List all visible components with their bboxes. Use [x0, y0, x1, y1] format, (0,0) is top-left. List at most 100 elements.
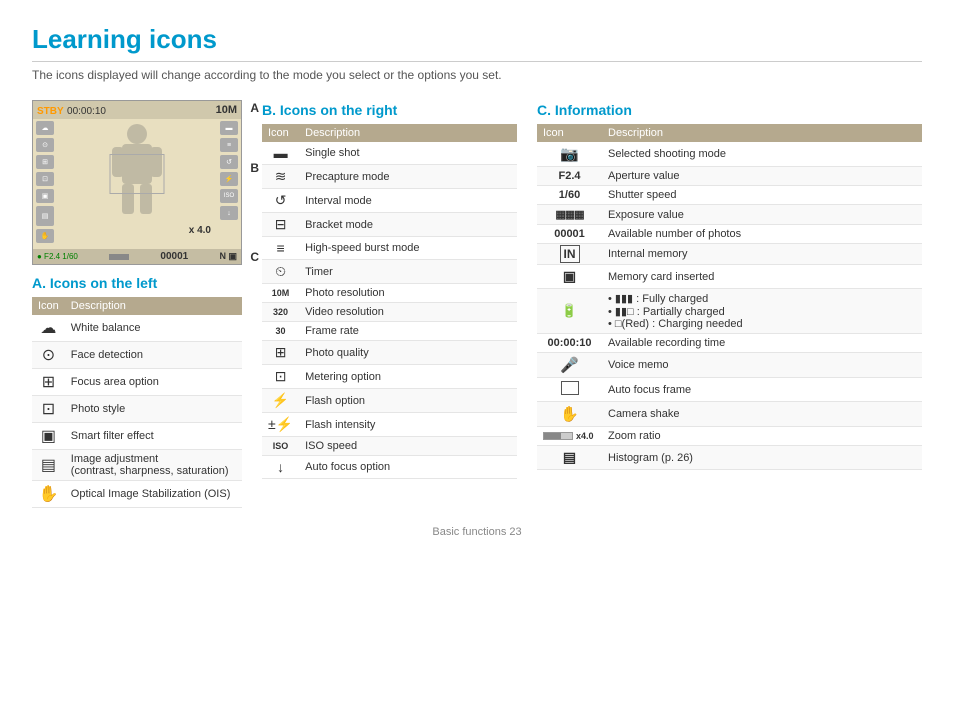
- b-icon-cell: ⊡: [262, 365, 299, 389]
- vf-single-icon: ▬: [220, 121, 238, 135]
- vf-stby-label: STBY: [37, 106, 64, 117]
- c-desc-cell: Zoom ratio: [602, 427, 922, 446]
- b-desc-cell: Metering option: [299, 365, 517, 389]
- b-desc-cell: Precapture mode: [299, 165, 517, 189]
- b-desc-cell: Photo resolution: [299, 284, 517, 303]
- page-footer: Basic functions 23: [32, 526, 922, 538]
- c-desc-cell: Auto focus frame: [602, 378, 922, 402]
- table-row: ✋ Optical Image Stabilization (OIS): [32, 481, 242, 508]
- vf-filter-icon: ▣: [36, 189, 54, 203]
- a-icon-cell: ⊞: [32, 369, 65, 396]
- table-row: ⊞ Photo quality: [262, 341, 517, 365]
- section-c-col-desc: Description: [602, 124, 922, 142]
- c-desc-cell: Available recording time: [602, 334, 922, 353]
- label-b: B: [250, 161, 259, 175]
- c-icon-cell: 1/60: [537, 186, 602, 205]
- b-icon-cell: 320: [262, 303, 299, 322]
- left-column: A B C STBY 00:00:10 10M ☁ ⊙ ⊞ ⊡ ▣ ▤ ✋: [32, 100, 242, 508]
- shoot-mode-icon: 📷: [560, 146, 579, 163]
- table-row: Auto focus frame: [537, 378, 922, 402]
- a-icon-cell: ▤: [32, 450, 65, 481]
- table-row: ▤ Histogram (p. 26): [537, 446, 922, 470]
- table-row: 🎤 Voice memo: [537, 353, 922, 378]
- table-row: 30 Frame rate: [262, 322, 517, 341]
- table-row: IN Internal memory: [537, 244, 922, 265]
- table-row: ⊡ Photo style: [32, 396, 242, 423]
- c-icon-cell: 00:00:10: [537, 334, 602, 353]
- c-icon-cell: 🎤: [537, 353, 602, 378]
- b-desc-cell: High-speed burst mode: [299, 237, 517, 260]
- b-desc-cell: Timer: [299, 260, 517, 284]
- c-icon-cell: IN: [537, 244, 602, 265]
- b-desc-cell: Video resolution: [299, 303, 517, 322]
- section-a-col-desc: Description: [65, 297, 242, 315]
- exposure-icon: ▦▦▦: [555, 209, 583, 221]
- label-a: A: [250, 101, 259, 115]
- section-b-table: Icon Description ▬ Single shot ≋ Precapt…: [262, 124, 517, 479]
- table-row: ⊡ Metering option: [262, 365, 517, 389]
- c-desc-cell: Voice memo: [602, 353, 922, 378]
- c-desc-cell: Histogram (p. 26): [602, 446, 922, 470]
- page-subtitle: The icons displayed will change accordin…: [32, 68, 922, 82]
- section-c-title: C. Information: [537, 102, 922, 118]
- table-row: ▤ Image adjustment (contrast, sharpness,…: [32, 450, 242, 481]
- table-row: 📷 Selected shooting mode: [537, 142, 922, 167]
- table-row: ≋ Precapture mode: [262, 165, 517, 189]
- a-icon-cell: ☁: [32, 315, 65, 342]
- voice-memo-icon: 🎤: [560, 357, 579, 374]
- b-icon-cell: ⊟: [262, 213, 299, 237]
- vf-timer: 00:00:10: [67, 106, 106, 117]
- c-icon: 00001: [554, 228, 585, 240]
- vf-mode-icon: ≡: [220, 138, 238, 152]
- vf-mode-indicator: N ▣: [219, 251, 237, 262]
- mem-card-icon: ▣: [563, 268, 576, 284]
- a-desc-cell: Focus area option: [65, 369, 242, 396]
- a-icon-cell: ✋: [32, 481, 65, 508]
- a-desc-cell: Smart filter effect: [65, 423, 242, 450]
- c-icon-cell: ▣: [537, 265, 602, 289]
- c-desc-cell: Shutter speed: [602, 186, 922, 205]
- c-icon-cell: ▤: [537, 446, 602, 470]
- table-row: 10M Photo resolution: [262, 284, 517, 303]
- vf-top-bar: STBY 00:00:10 10M: [33, 101, 241, 119]
- c-icon-cell: F2.4: [537, 167, 602, 186]
- c-icon-cell: x4.0: [537, 427, 602, 446]
- table-row: x4.0 Zoom ratio: [537, 427, 922, 446]
- af-frame-icon: [561, 381, 579, 395]
- table-row: ▦▦▦ Exposure value: [537, 205, 922, 225]
- vf-bottom-bar: ● F2.4 1/60 00001 N ▣: [33, 249, 241, 264]
- table-row: 00:00:10 Available recording time: [537, 334, 922, 353]
- histogram-icon: ▤: [563, 449, 576, 465]
- b-desc-cell: Interval mode: [299, 189, 517, 213]
- c-icon-cell: 📷: [537, 142, 602, 167]
- a-desc-cell: Image adjustment (contrast, sharpness, s…: [65, 450, 242, 481]
- a-icon-cell: ⊙: [32, 342, 65, 369]
- vf-wb-icon: ☁: [36, 121, 54, 135]
- vf-resolution: 10M: [216, 104, 237, 116]
- vf-frame-number: 00001: [160, 251, 188, 262]
- table-row: ▣ Smart filter effect: [32, 423, 242, 450]
- viewfinder: A B C STBY 00:00:10 10M ☁ ⊙ ⊞ ⊡ ▣ ▤ ✋: [32, 100, 242, 265]
- vf-ois-icon: ✋: [36, 229, 54, 243]
- b-icon-cell: ↺: [262, 189, 299, 213]
- vf-iso-icon: ISO: [220, 189, 238, 203]
- vf-left-icons: ☁ ⊙ ⊞ ⊡ ▣ ▤ ✋: [36, 121, 54, 243]
- c-desc-cell: Selected shooting mode: [602, 142, 922, 167]
- c-desc-cell: Aperture value: [602, 167, 922, 186]
- b-desc-cell: Frame rate: [299, 322, 517, 341]
- vf-focus-frame: [110, 154, 165, 194]
- table-row: F2.4 Aperture value: [537, 167, 922, 186]
- label-c: C: [250, 250, 259, 264]
- b-icon-cell: ⚡: [262, 389, 299, 413]
- vf-int-icon: ↺: [220, 155, 238, 169]
- b-icon-cell: ISO: [262, 437, 299, 456]
- c-icon-cell: ▦▦▦: [537, 205, 602, 225]
- vf-adj-icon: ▤: [36, 206, 54, 226]
- b-icon-cell: ≡: [262, 237, 299, 260]
- c-icon-cell: 00001: [537, 225, 602, 244]
- a-desc-cell: White balance: [65, 315, 242, 342]
- table-row: ✋ Camera shake: [537, 402, 922, 427]
- a-icon-cell: ▣: [32, 423, 65, 450]
- section-b-col-icon: Icon: [262, 124, 299, 142]
- b-desc-cell: Flash intensity: [299, 413, 517, 437]
